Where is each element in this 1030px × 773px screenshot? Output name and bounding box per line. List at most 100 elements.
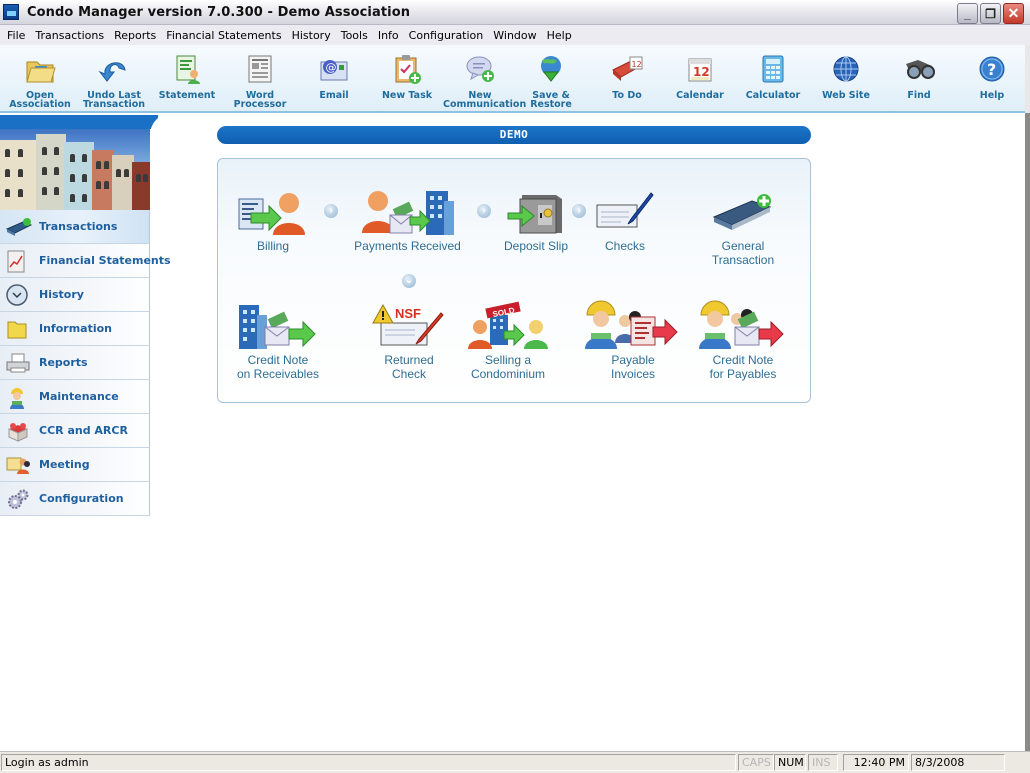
- menu-tools[interactable]: Tools: [336, 29, 373, 42]
- sidebar-item-ccr-and-arcr[interactable]: CCR and ARCR: [0, 414, 150, 448]
- billing-button[interactable]: Billing: [228, 187, 318, 253]
- returned-check-icon: NSF: [371, 301, 447, 353]
- save-restore-icon: [534, 52, 568, 86]
- deposit-slip-button[interactable]: Deposit Slip: [496, 187, 576, 253]
- sidebar-item-label: Financial Statements: [39, 254, 171, 267]
- menu-financial-statements[interactable]: Financial Statements: [161, 29, 286, 42]
- nsf-badge: NSF: [395, 306, 421, 321]
- calculator-button[interactable]: Calculator: [736, 49, 810, 113]
- menu-reports[interactable]: Reports: [109, 29, 161, 42]
- sidebar-item-label: Reports: [39, 356, 88, 369]
- globe-icon: [829, 52, 863, 86]
- sidebar-item-transactions[interactable]: Transactions: [0, 210, 150, 244]
- word-processor-button[interactable]: Word Processor: [223, 49, 297, 113]
- sidebar-item-maintenance[interactable]: Maintenance: [0, 380, 150, 414]
- open-association-button[interactable]: Open Association: [3, 49, 77, 113]
- menu-configuration[interactable]: Configuration: [404, 29, 489, 42]
- window-title: Condo Manager version 7.0.300 - Demo Ass…: [27, 5, 411, 20]
- toolbar: Open Association Undo Last Transaction Sta…: [0, 45, 1025, 113]
- sidebar-item-meeting[interactable]: Meeting: [0, 448, 150, 482]
- returned-check-button[interactable]: NSF Returned Check: [369, 301, 449, 381]
- trx-label: for Payables: [709, 367, 777, 381]
- menu-history[interactable]: History: [287, 29, 336, 42]
- sidebar-item-label: Meeting: [39, 458, 90, 471]
- menu-transactions[interactable]: Transactions: [30, 29, 109, 42]
- trx-label: Credit Note: [712, 353, 774, 367]
- svg-text:@: @: [326, 61, 337, 74]
- new-task-button[interactable]: New Task: [370, 49, 444, 113]
- menu-info[interactable]: Info: [373, 29, 404, 42]
- tool-label: Association: [9, 99, 71, 110]
- sidebar-item-information[interactable]: Information: [0, 312, 150, 346]
- checks-button[interactable]: Checks: [590, 187, 660, 253]
- tool-label: Restore: [530, 99, 572, 110]
- billing-icon: [235, 187, 311, 239]
- new-task-icon: [390, 52, 424, 86]
- sidebar: Transactions Financial Statements Histor…: [0, 210, 171, 516]
- help-button[interactable]: ? Help: [955, 49, 1029, 113]
- caps-indicator: CAPS: [738, 754, 774, 771]
- app-logo-icon[interactable]: [3, 4, 19, 20]
- transactions-panel: Billing › Payments Received › Deposit Sl…: [217, 158, 811, 403]
- sidebar-item-label: History: [39, 288, 84, 301]
- email-button[interactable]: @ Email: [297, 49, 371, 113]
- app-window: Condo Manager version 7.0.300 - Demo Ass…: [0, 0, 1030, 773]
- web-site-button[interactable]: Web Site: [809, 49, 883, 113]
- restore-button[interactable]: ❐: [980, 3, 1001, 24]
- tool-label: Processor: [233, 99, 287, 110]
- check-pen-icon: [593, 187, 657, 239]
- tool-label: Find: [907, 90, 931, 101]
- flow-arrow-down-icon: ⌄: [402, 274, 416, 288]
- flow-arrow-right-icon: ›: [477, 204, 491, 218]
- credit-note-payables-button[interactable]: Credit Note for Payables: [688, 297, 798, 381]
- sidebar-item-history[interactable]: History: [0, 278, 150, 312]
- date-display: 8/3/2008: [911, 754, 1005, 771]
- association-name: DEMO: [499, 128, 529, 141]
- tool-label: To Do: [612, 90, 642, 101]
- sidebar-item-label: Transactions: [39, 220, 118, 233]
- trx-label: Selling a: [484, 353, 532, 367]
- menu-help[interactable]: Help: [542, 29, 577, 42]
- close-button[interactable]: ✕: [1003, 3, 1024, 24]
- undo-last-transaction-button[interactable]: Undo Last Transaction: [77, 49, 151, 113]
- menu-window[interactable]: Window: [488, 29, 541, 42]
- trx-label: Returned: [384, 353, 434, 367]
- vertical-scrollbar[interactable]: [1025, 113, 1030, 751]
- flow-arrow-right-icon: ›: [324, 204, 338, 218]
- menu-file[interactable]: File: [2, 29, 30, 42]
- credit-note-receivables-icon: [233, 301, 323, 353]
- help-icon: ?: [975, 52, 1009, 86]
- sidebar-item-label: CCR and ARCR: [39, 424, 128, 437]
- scrollbar-top: [1025, 45, 1030, 113]
- general-transaction-button[interactable]: General Transaction: [698, 187, 788, 267]
- trx-label: Invoices: [610, 367, 656, 381]
- todo-icon: 12: [610, 52, 644, 86]
- calendar-button[interactable]: 12 Calendar: [663, 49, 737, 113]
- trx-label: General: [721, 239, 765, 253]
- trx-label: Billing: [256, 239, 289, 253]
- credit-note-receivables-button[interactable]: Credit Note on Receivables: [228, 301, 328, 381]
- sidebar-item-configuration[interactable]: Configuration: [0, 482, 150, 516]
- minimize-button[interactable]: _: [957, 3, 978, 24]
- trx-label: Checks: [604, 239, 645, 253]
- calendar-icon: 12: [683, 52, 717, 86]
- selling-condominium-icon: SOLD: [466, 301, 550, 353]
- trx-label: Transaction: [711, 253, 775, 267]
- sidebar-item-financial-statements[interactable]: Financial Statements: [0, 244, 171, 278]
- todo-button[interactable]: 12 To Do: [590, 49, 664, 113]
- find-button[interactable]: Find: [882, 49, 956, 113]
- trx-label: Check: [391, 367, 426, 381]
- payments-received-icon: [358, 187, 458, 239]
- undo-icon: [97, 52, 131, 86]
- payable-invoices-button[interactable]: Payable Invoices: [578, 297, 688, 381]
- sidebar-item-reports[interactable]: Reports: [0, 346, 150, 380]
- title-bar: Condo Manager version 7.0.300 - Demo Ass…: [0, 0, 1030, 25]
- statement-button[interactable]: Statement: [150, 49, 224, 113]
- selling-condominium-button[interactable]: SOLD Selling a Condominium: [463, 301, 553, 381]
- new-communication-button[interactable]: New Communication: [443, 49, 526, 113]
- payments-received-button[interactable]: Payments Received: [350, 187, 465, 253]
- num-indicator: NUM: [774, 754, 806, 771]
- save-restore-button[interactable]: Save & Restore: [514, 49, 588, 113]
- safe-icon: [506, 187, 566, 239]
- trx-label: Payable: [611, 353, 655, 367]
